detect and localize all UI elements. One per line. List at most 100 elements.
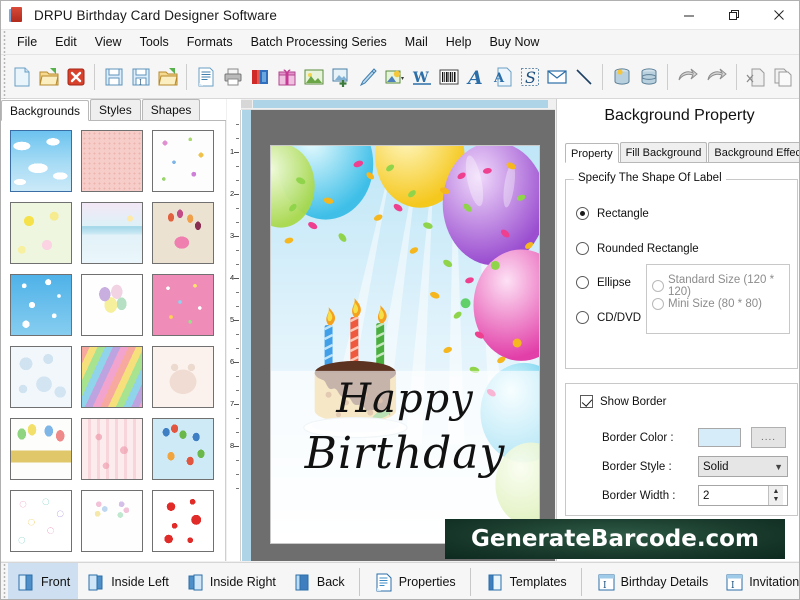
mail-icon[interactable] — [545, 62, 569, 92]
line-icon[interactable] — [572, 62, 596, 92]
background-thumbnail-clouds[interactable] — [10, 130, 72, 192]
tab-background-effects[interactable]: Background Effects — [708, 142, 800, 162]
bottom-button-back[interactable]: Back — [284, 563, 353, 600]
canvas-horizontal-scrollbar[interactable] — [241, 99, 555, 110]
border-color-browse-button[interactable]: .... — [751, 427, 786, 448]
menu-item-help[interactable]: Help — [437, 32, 481, 52]
barcode-icon[interactable] — [437, 62, 461, 92]
print-icon[interactable] — [221, 62, 245, 92]
background-thumbnail-daisies[interactable] — [10, 202, 72, 264]
border-width-input[interactable]: 2 ▲▼ — [698, 485, 788, 506]
radio-rounded-rectangle-button[interactable] — [576, 242, 589, 255]
menu-item-view[interactable]: View — [86, 32, 131, 52]
save-icon[interactable] — [102, 62, 126, 92]
undo-icon[interactable] — [675, 62, 701, 92]
border-width-stepper[interactable]: ▲▼ — [768, 486, 783, 505]
gift-icon[interactable] — [275, 62, 299, 92]
radio-rounded-rectangle[interactable]: Rounded Rectangle — [576, 242, 699, 255]
background-thumbnail-pastel-hearts[interactable] — [10, 490, 72, 552]
text-icon[interactable]: A — [464, 62, 488, 92]
background-thumbnail-pink-texture[interactable] — [81, 130, 143, 192]
menu-item-tools[interactable]: Tools — [131, 32, 178, 52]
background-thumbnail-blue-stars[interactable] — [10, 274, 72, 336]
bottom-button-birthday-details[interactable]: I Birthday Details — [588, 563, 717, 600]
cut-icon[interactable] — [744, 62, 768, 92]
background-thumbnail-balloons-sky[interactable] — [152, 418, 214, 480]
menu-item-buy-now[interactable]: Buy Now — [480, 32, 548, 52]
tab-styles[interactable]: Styles — [90, 99, 141, 120]
open-icon[interactable] — [37, 62, 61, 92]
card-greeting-text[interactable]: Happy Birthday — [271, 374, 539, 484]
tab-property[interactable]: Property — [565, 143, 619, 163]
tab-shapes[interactable]: Shapes — [142, 99, 201, 120]
background-thumbnail-happy-birthday-banner[interactable] — [10, 418, 72, 480]
signature-icon[interactable]: S — [518, 62, 542, 92]
greeting-card-preview[interactable]: Happy Birthday — [270, 145, 540, 544]
restore-icon[interactable] — [711, 1, 756, 30]
ruler-number: 8 — [230, 442, 234, 450]
background-thumbnail-pink-party[interactable] — [152, 274, 214, 336]
text-page-icon[interactable]: A — [491, 62, 515, 92]
radio-ellipse[interactable]: Ellipse — [576, 276, 631, 289]
copy-icon[interactable] — [771, 62, 795, 92]
menu-item-edit[interactable]: Edit — [46, 32, 86, 52]
bottom-button-templates[interactable]: Templates — [477, 563, 575, 600]
border-style-select[interactable]: Solid ▼ — [698, 456, 788, 477]
background-thumbnail-flowers-white[interactable] — [152, 130, 214, 192]
background-thumbnail-bubbles[interactable] — [10, 346, 72, 408]
card-series-icon[interactable] — [248, 62, 272, 92]
menu-item-batch-processing-series[interactable]: Batch Processing Series — [242, 32, 396, 52]
radio-standard-size[interactable]: Standard Size (120 * 120) — [652, 274, 789, 298]
new-icon[interactable] — [10, 62, 34, 92]
add-image-icon[interactable] — [329, 62, 353, 92]
save-as-icon[interactable]: I — [129, 62, 153, 92]
bottom-button-properties[interactable]: Properties — [366, 563, 464, 600]
close-icon[interactable] — [756, 1, 800, 30]
bottom-button-inside-left[interactable]: Inside Left — [78, 563, 177, 600]
scrollbar-thumb[interactable] — [253, 100, 548, 108]
scrollbar-left-cap[interactable] — [241, 100, 252, 108]
background-thumbnail-teddy[interactable] — [152, 346, 214, 408]
open-recent-icon[interactable] — [156, 62, 180, 92]
background-thumbnail-red-hearts[interactable] — [152, 490, 214, 552]
menu-item-formats[interactable]: Formats — [178, 32, 242, 52]
menu-item-file[interactable]: File — [8, 32, 46, 52]
radio-cd-dvd[interactable]: CD/DVD — [576, 311, 641, 324]
radio-ellipse-button[interactable] — [576, 276, 589, 289]
watermark-icon[interactable]: W — [410, 62, 434, 92]
minimize-icon[interactable] — [666, 1, 711, 30]
tab-backgrounds[interactable]: Backgrounds — [1, 100, 89, 121]
database-alt-icon[interactable] — [637, 62, 661, 92]
canvas-vertical-scrollbar[interactable] — [242, 110, 251, 561]
tab-fill-background[interactable]: Fill Background — [620, 142, 708, 162]
design-workspace[interactable]: Happy Birthday — [242, 110, 555, 561]
background-thumbnail-bird-balloons[interactable] — [152, 202, 214, 264]
background-thumbnail-winter-scene[interactable] — [81, 202, 143, 264]
picture-tool-icon[interactable] — [383, 62, 407, 92]
border-color-swatch[interactable] — [698, 428, 741, 447]
radio-rectangle[interactable]: Rectangle — [576, 207, 649, 220]
background-thumbnail-rainbow[interactable] — [81, 346, 143, 408]
radio-standard-size-button[interactable] — [652, 280, 664, 292]
radio-mini-size-button[interactable] — [652, 298, 664, 310]
database-icon[interactable] — [610, 62, 634, 92]
pen-icon[interactable] — [356, 62, 380, 92]
print-preview-icon[interactable] — [194, 62, 218, 92]
radio-mini-size[interactable]: Mini Size (80 * 80) — [652, 298, 762, 310]
radio-rectangle-button[interactable] — [576, 207, 589, 220]
close-document-icon[interactable] — [64, 62, 88, 92]
bottom-button-invitation-details[interactable]: I Invitation Details — [716, 563, 800, 600]
bottom-toolbar-separator — [359, 568, 360, 596]
show-border-row[interactable]: Show Border — [580, 395, 666, 408]
bottom-button-front[interactable]: Front — [8, 563, 78, 600]
background-thumbnail-pink-hearts-stripes[interactable] — [81, 418, 143, 480]
radio-cd-dvd-button[interactable] — [576, 311, 589, 324]
image-icon[interactable] — [302, 62, 326, 92]
show-border-checkbox[interactable] — [580, 395, 593, 408]
background-thumbnail-balloon-clusters[interactable] — [81, 490, 143, 552]
redo-icon[interactable] — [704, 62, 730, 92]
menu-item-mail[interactable]: Mail — [396, 32, 437, 52]
background-thumbnail-balloons-white[interactable] — [81, 274, 143, 336]
svg-text:A: A — [493, 71, 505, 86]
bottom-button-inside-right[interactable]: Inside Right — [177, 563, 284, 600]
